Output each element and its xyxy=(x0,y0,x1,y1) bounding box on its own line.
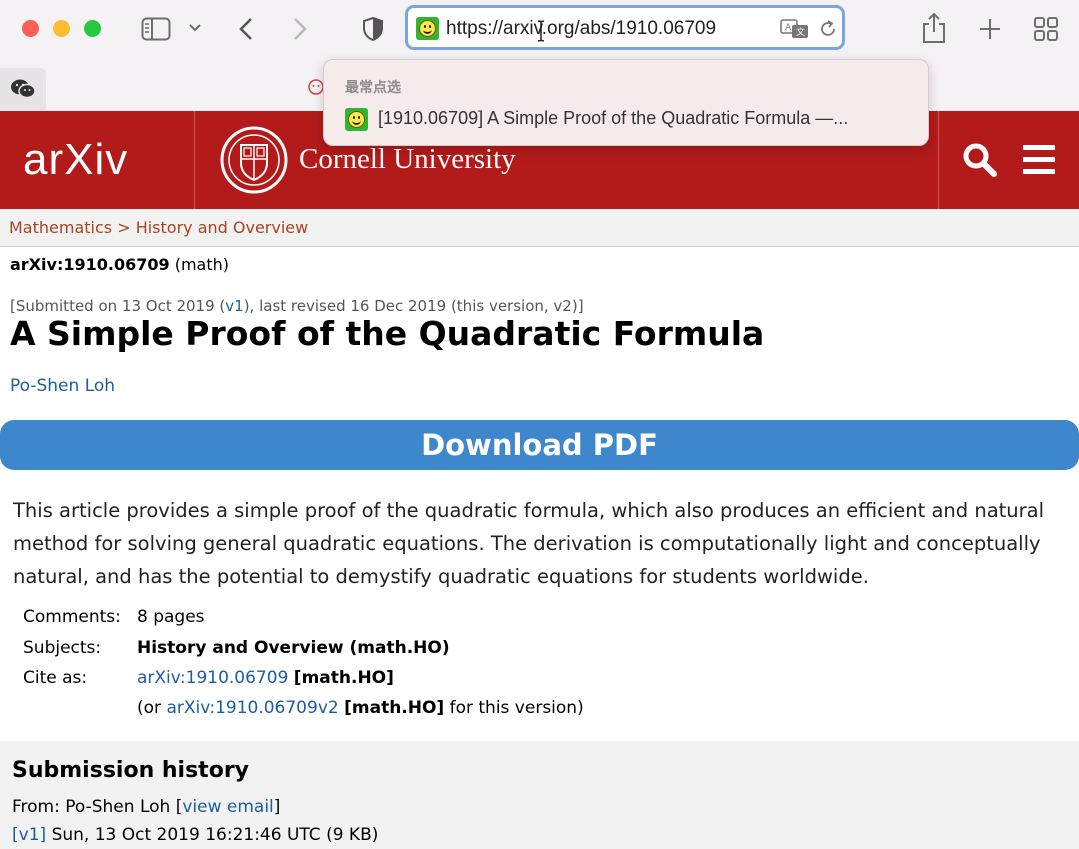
minimize-window-button[interactable] xyxy=(53,20,70,37)
new-tab-icon[interactable] xyxy=(978,17,1002,41)
reload-icon[interactable] xyxy=(818,19,838,39)
submission-from: From: Po-Shen Loh [view email] xyxy=(12,797,280,817)
sidebar-icon[interactable] xyxy=(141,17,171,41)
submission-v1-row: [v1] Sun, 13 Oct 2019 16:21:46 UTC (9 KB… xyxy=(12,825,378,845)
tab-overview-icon[interactable] xyxy=(1033,16,1059,42)
zoom-window-button[interactable] xyxy=(84,20,101,37)
cite-tag: [math.HO] xyxy=(293,668,394,688)
text-cursor-icon xyxy=(537,20,545,42)
submission-history: Submission history From: Po-Shen Loh [vi… xyxy=(0,741,1079,849)
from-suffix: ] xyxy=(273,797,281,817)
v1-text: Sun, 13 Oct 2019 16:21:46 UTC (9 KB) xyxy=(51,825,379,845)
cite-label: Cite as: xyxy=(23,668,88,688)
search-icon[interactable] xyxy=(962,142,998,178)
site-favicon xyxy=(416,17,439,40)
close-window-button[interactable] xyxy=(22,20,39,37)
paper-title: A Simple Proof of the Quadratic Formula xyxy=(10,314,765,353)
breadcrumb: Mathematics > History and Overview xyxy=(9,218,308,237)
breadcrumb-bar: Mathematics > History and Overview xyxy=(0,209,1079,247)
view-email-link[interactable]: view email xyxy=(182,797,273,817)
comments-label: Comments: xyxy=(23,607,121,627)
wechat-icon xyxy=(11,79,36,99)
comments-value: 8 pages xyxy=(137,607,205,627)
submission-history-title: Submission history xyxy=(12,758,250,783)
wechat-tab[interactable] xyxy=(0,68,46,110)
share-icon[interactable] xyxy=(921,12,947,44)
authors: Po-Shen Loh xyxy=(10,376,115,396)
translate-icon[interactable]: A 文 xyxy=(780,18,810,40)
cite-value: arXiv:1910.06709 [math.HO] xyxy=(137,668,394,688)
privacy-shield-icon[interactable] xyxy=(361,16,385,42)
breadcrumb-separator: > xyxy=(117,218,131,237)
menu-icon[interactable] xyxy=(1023,145,1055,181)
browser-toolbar: https://arxiv.org/abs/1910.06709 A 文 xyxy=(0,0,1079,60)
svg-text:A: A xyxy=(785,23,792,33)
cornell-seal-icon[interactable] xyxy=(219,125,289,195)
dropdown-header: 最常点选 xyxy=(345,80,401,96)
cite2-tag: [math.HO] xyxy=(344,698,445,718)
cite-link[interactable]: arXiv:1910.06709 xyxy=(137,668,288,688)
address-bar[interactable]: https://arxiv.org/abs/1910.06709 A 文 xyxy=(405,5,845,50)
back-icon[interactable] xyxy=(238,16,254,42)
subjects-value: History and Overview (math.HO) xyxy=(137,638,450,658)
dateline-suffix: ), last revised 16 Dec 2019 (this versio… xyxy=(243,297,584,315)
cite-version-value: (or arXiv:1910.06709v2 [math.HO] for thi… xyxy=(137,698,584,718)
paper-id-suffix: (math) xyxy=(174,255,229,274)
cite2-suffix: for this version) xyxy=(449,698,584,718)
paper-id-line: arXiv:1910.06709 (math) xyxy=(10,255,229,274)
dateline-v1-link[interactable]: v1 xyxy=(225,297,243,315)
abstract: This article provides a simple proof of … xyxy=(13,499,1045,588)
suggestion-item[interactable]: [1910.06709] A Simple Proof of the Quadr… xyxy=(378,108,908,129)
url-suggestions-dropdown: 最常点选 [1910.06709] A Simple Proof of the … xyxy=(323,59,929,146)
cite2-link[interactable]: arXiv:1910.06709v2 xyxy=(166,698,338,718)
from-prefix: From: Po-Shen Loh [ xyxy=(12,797,183,817)
cornell-university-wordmark[interactable]: Cornell University xyxy=(299,143,516,176)
author-link[interactable]: Po-Shen Loh xyxy=(10,376,115,396)
chevron-down-icon[interactable] xyxy=(188,23,202,33)
paper-id: arXiv:1910.06709 xyxy=(10,255,170,274)
breadcrumb-mathematics[interactable]: Mathematics xyxy=(9,218,112,237)
v1-link[interactable]: [v1] xyxy=(12,825,46,845)
submission-dateline: [Submitted on 13 Oct 2019 (v1), last rev… xyxy=(10,297,584,315)
download-pdf-button[interactable]: Download PDF xyxy=(0,420,1079,470)
url-text[interactable]: https://arxiv.org/abs/1910.06709 xyxy=(446,18,716,40)
cite2-prefix: (or xyxy=(137,698,162,718)
arxiv-logo[interactable]: arXiv xyxy=(23,135,128,185)
svg-text:文: 文 xyxy=(796,26,805,38)
forward-icon[interactable] xyxy=(292,16,308,42)
dateline-prefix: [Submitted on 13 Oct 2019 ( xyxy=(10,297,226,315)
subjects-label: Subjects: xyxy=(23,638,102,658)
suggestion-favicon xyxy=(345,108,368,131)
breadcrumb-history-overview[interactable]: History and Overview xyxy=(136,218,309,237)
